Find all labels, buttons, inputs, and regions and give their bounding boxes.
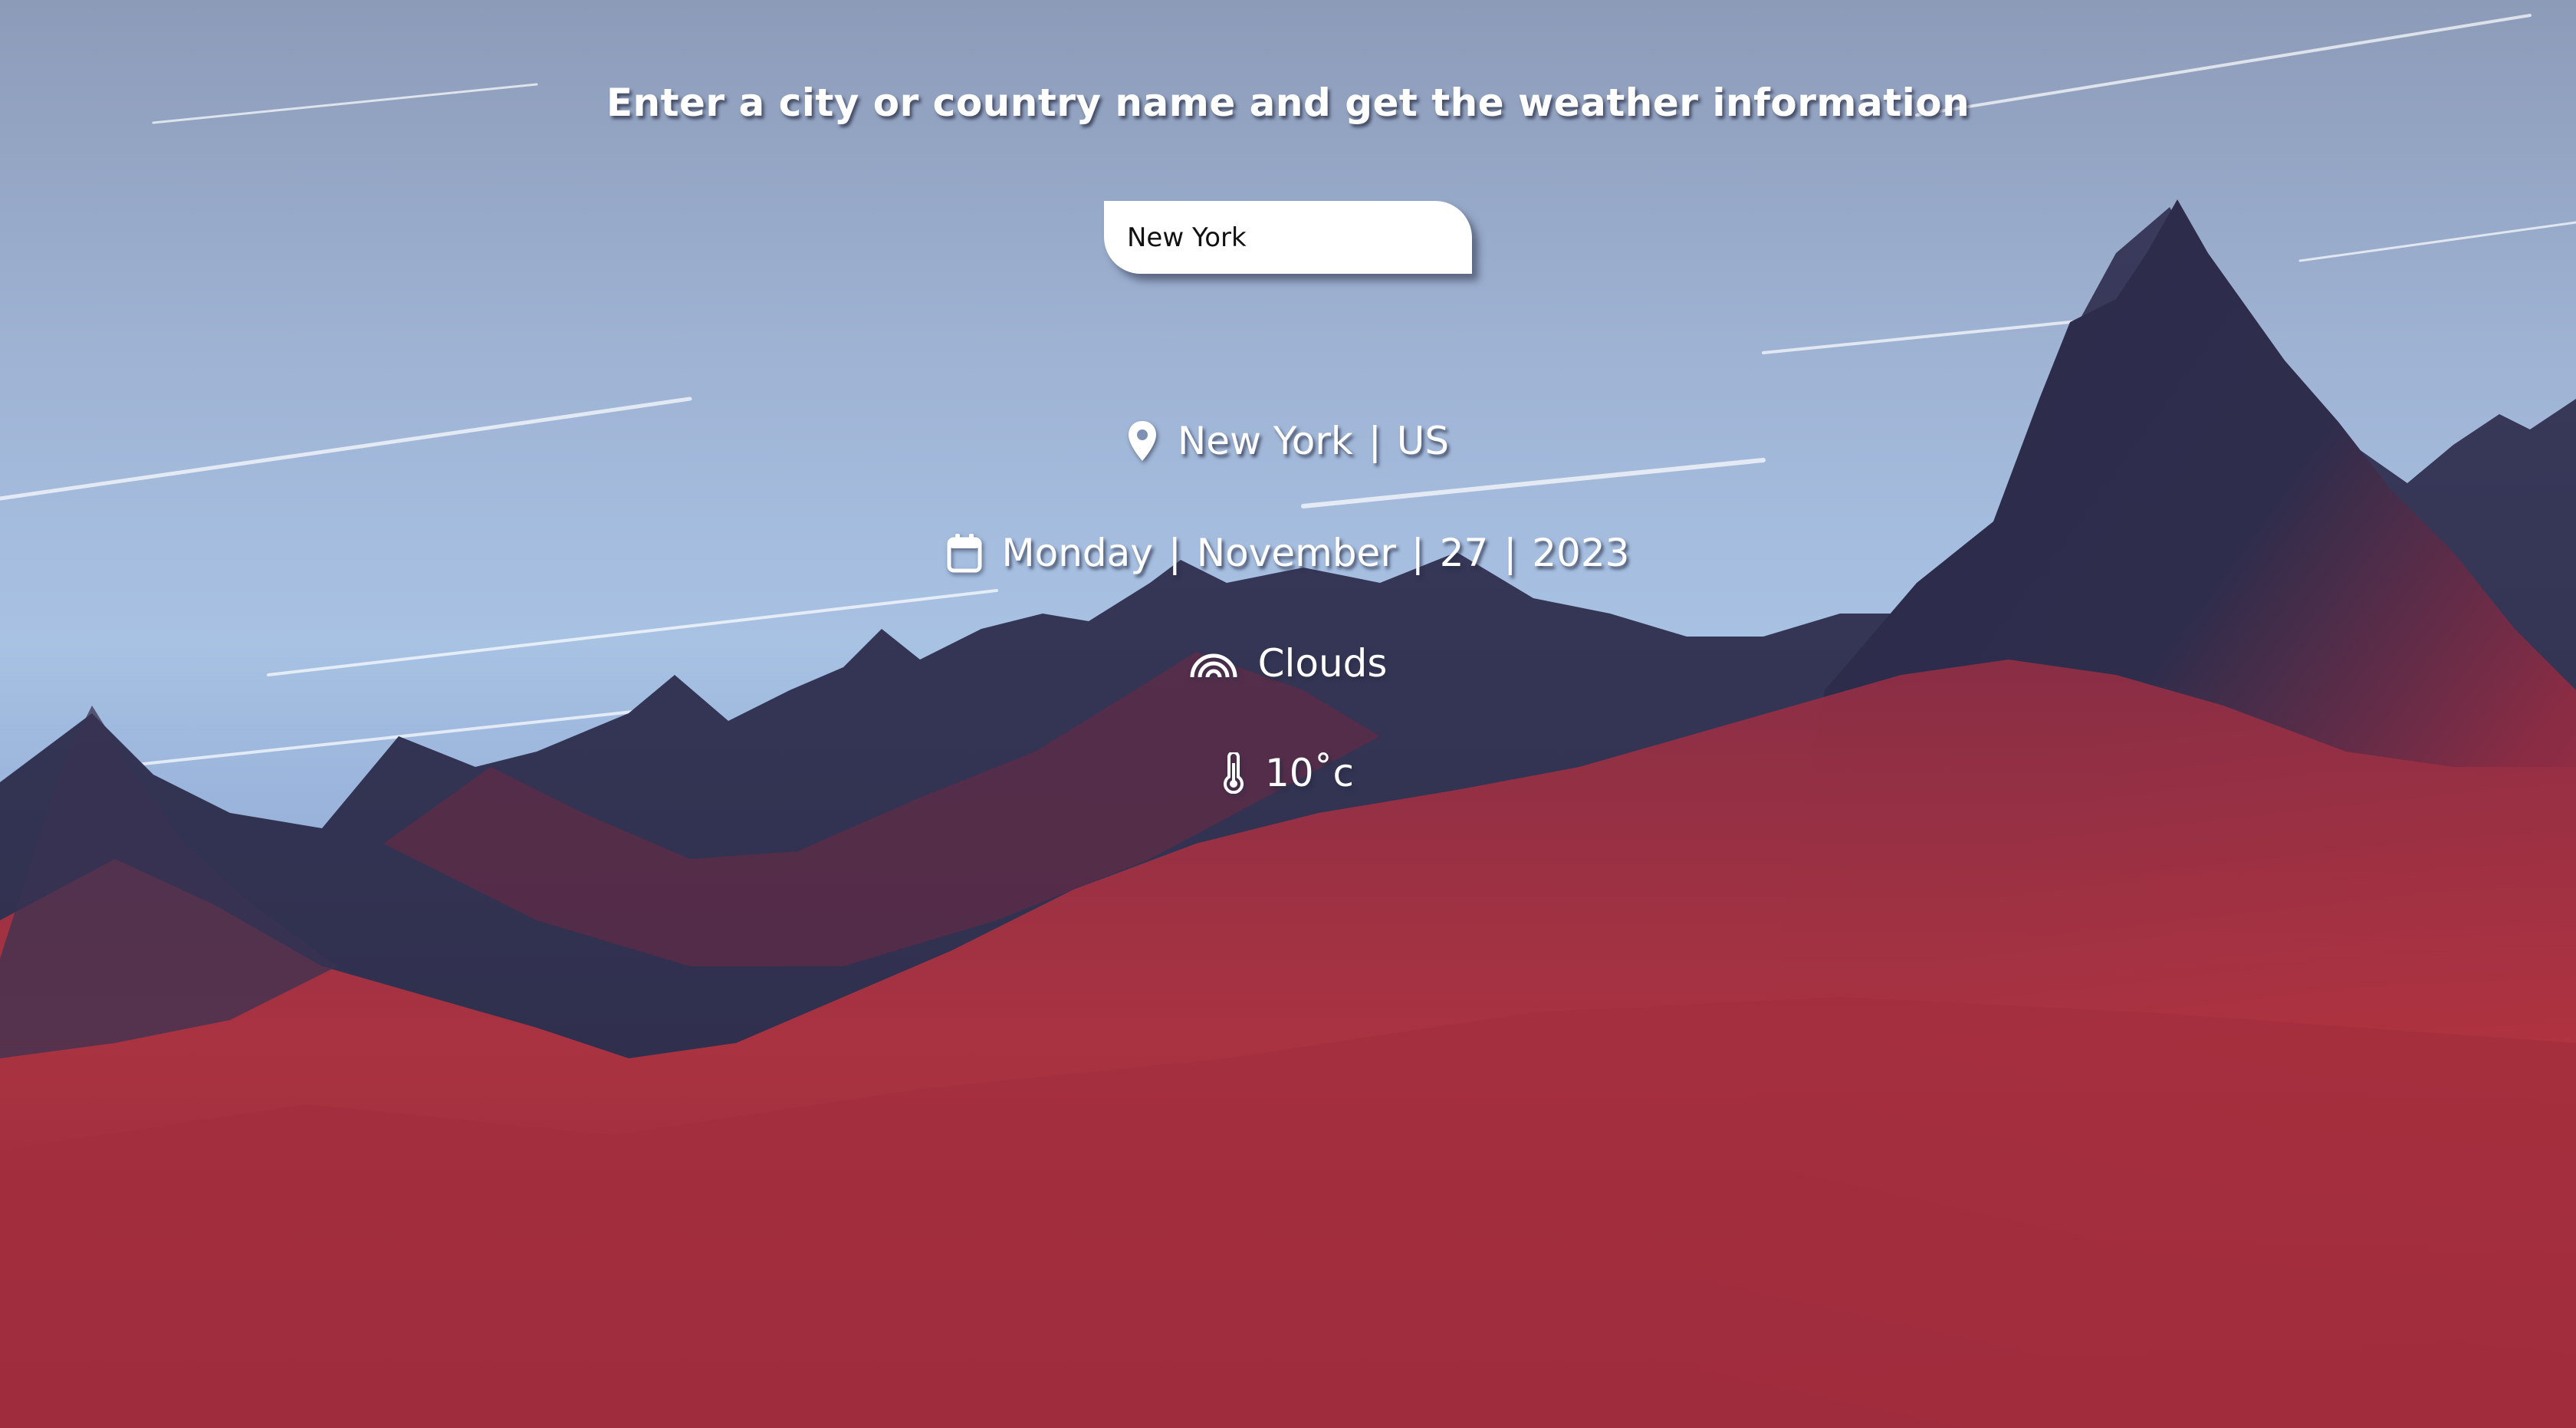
rainbow-icon [1189, 648, 1238, 679]
month: November [1196, 531, 1396, 575]
weather-app: Enter a city or country name and get the… [0, 0, 2576, 1428]
date-separator-3: | [1503, 531, 1517, 575]
calendar-icon [947, 533, 982, 573]
temperature-value: 10˚c [1264, 751, 1355, 795]
date-row: Monday | November | 27 | 2023 [0, 528, 2576, 578]
date-separator-1: | [1168, 531, 1181, 575]
temperature-row: 10˚c [0, 748, 2576, 798]
city-name: New York [1177, 419, 1353, 463]
date-separator-2: | [1411, 531, 1424, 575]
country-code: US [1396, 419, 1450, 463]
weekday: Monday [1001, 531, 1153, 575]
day: 27 [1439, 531, 1489, 575]
page-headline: Enter a city or country name and get the… [606, 81, 1970, 125]
thermometer-icon [1222, 752, 1245, 794]
condition-row: Clouds [0, 638, 2576, 689]
city-search-input[interactable] [1104, 201, 1472, 274]
location-separator: | [1368, 419, 1382, 463]
year: 2023 [1532, 531, 1630, 575]
search-box[interactable] [1104, 201, 1472, 274]
map-pin-icon [1127, 420, 1158, 462]
weather-condition: Clouds [1257, 641, 1388, 686]
location-row: New York | US [0, 416, 2576, 466]
